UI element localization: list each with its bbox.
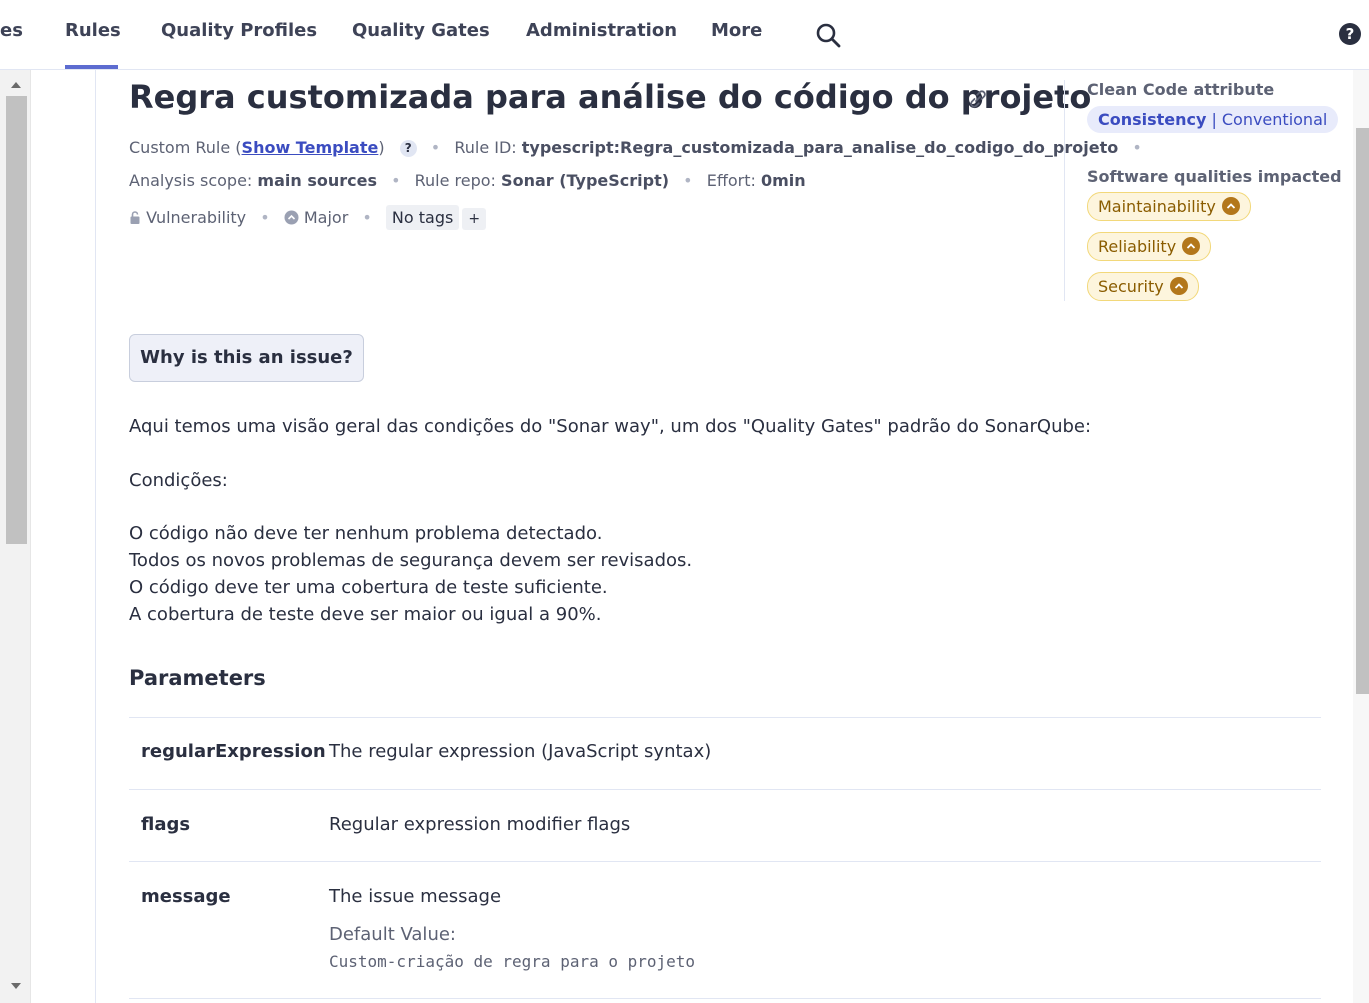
description-line: O código deve ter uma cobertura de teste…: [129, 577, 608, 598]
sidebar-scrollbar[interactable]: [0, 70, 31, 1003]
parameter-default-label: Default Value:: [329, 924, 456, 945]
parameter-name: message: [141, 886, 231, 907]
description-conditions-label: Condições:: [129, 470, 228, 491]
quality-pill-reliability[interactable]: Reliability: [1087, 232, 1212, 261]
quality-label: Maintainability: [1098, 197, 1216, 216]
tags-selector[interactable]: No tags: [385, 205, 460, 230]
show-template-link[interactable]: Show Template: [242, 138, 379, 157]
quality-label: Security: [1098, 277, 1164, 296]
nav-item-issues[interactable]: es: [0, 20, 23, 41]
parameter-row: regularExpression The regular expression…: [129, 717, 1321, 789]
severity-major-icon: [284, 210, 299, 225]
qualities-heading: Software qualities impacted: [1087, 167, 1342, 186]
parameter-name: regularExpression: [141, 741, 326, 762]
custom-rule-suffix: ): [378, 138, 385, 157]
lock-icon: [130, 211, 140, 224]
rule-id-label: Rule ID:: [454, 138, 517, 157]
nav-item-rules[interactable]: Rules: [65, 20, 121, 41]
rule-severity: Major: [303, 208, 349, 227]
rule-title: Regra customizada para análise do código…: [129, 78, 1092, 116]
severity-major-icon: [1221, 197, 1240, 215]
content-divider: [95, 70, 96, 1003]
clean-code-attribute-pill[interactable]: Consistency | Conventional: [1087, 106, 1339, 133]
description-line: Todos os novos problemas de segurança de…: [129, 550, 693, 571]
severity-major-icon: [1169, 277, 1188, 295]
nav-item-quality-gates[interactable]: Quality Gates: [352, 20, 490, 41]
repo-value: Sonar (TypeScript): [501, 171, 670, 190]
parameter-description: The issue message: [329, 886, 502, 907]
parameters-heading: Parameters: [129, 666, 266, 690]
scope-value: main sources: [257, 171, 377, 190]
custom-rule-prefix: Custom Rule (: [129, 138, 242, 157]
effort-value: 0min: [760, 171, 806, 190]
clean-code-category: Consistency: [1098, 110, 1207, 129]
rule-meta-row-3: Vulnerability • Major • No tags +: [129, 205, 487, 230]
description-intro: Aqui temos uma visão geral das condições…: [129, 416, 1092, 437]
page-scrollbar[interactable]: [1353, 70, 1369, 1003]
clean-code-heading: Clean Code attribute: [1087, 80, 1275, 99]
quality-pill-maintainability[interactable]: Maintainability: [1087, 192, 1251, 221]
parameter-description: The regular expression (JavaScript synta…: [329, 741, 712, 762]
nav-item-quality-profiles[interactable]: Quality Profiles: [161, 20, 317, 41]
nav-item-administration[interactable]: Administration: [526, 20, 677, 41]
description-line: O código não deve ter nenhum problema de…: [129, 523, 603, 544]
quality-pill-security[interactable]: Security: [1087, 272, 1199, 301]
scroll-up-icon[interactable]: [11, 82, 21, 88]
scroll-down-icon[interactable]: [11, 983, 21, 989]
repo-label: Rule repo:: [414, 171, 496, 190]
scope-label: Analysis scope:: [129, 171, 253, 190]
link-icon[interactable]: [967, 88, 989, 110]
help-icon[interactable]: ?: [1338, 22, 1362, 46]
clean-code-attribute: Conventional: [1221, 110, 1328, 129]
severity-major-icon: [1182, 237, 1201, 255]
description-line: A cobertura de teste deve ser maior ou i…: [129, 604, 602, 625]
rule-meta-row-1: Custom Rule (Show Template) ? • Rule ID:…: [129, 138, 1142, 157]
quality-label: Reliability: [1098, 237, 1177, 256]
parameter-default-value: Custom-criação de regra para o projeto: [329, 952, 696, 971]
parameter-row: flags Regular expression modifier flags: [129, 789, 1321, 861]
why-is-this-an-issue-tab[interactable]: Why is this an issue?: [129, 334, 364, 382]
parameter-name: flags: [141, 814, 191, 835]
scrollbar-thumb[interactable]: [6, 96, 27, 544]
active-tab-indicator: [65, 65, 118, 69]
search-icon[interactable]: [815, 22, 841, 48]
add-tag-button[interactable]: +: [462, 208, 487, 230]
page-scrollbar-thumb[interactable]: [1356, 128, 1369, 694]
rule-help-icon[interactable]: ?: [399, 140, 417, 157]
svg-text:?: ?: [1346, 25, 1355, 43]
nav-item-more[interactable]: More: [711, 20, 762, 41]
rule-type: Vulnerability: [146, 208, 247, 227]
parameter-description: Regular expression modifier flags: [329, 814, 631, 835]
effort-label: Effort:: [706, 171, 756, 190]
parameter-row: message The issue message Default Value:…: [129, 861, 1321, 999]
rule-meta-row-2: Analysis scope: main sources • Rule repo…: [129, 171, 806, 190]
top-navigation: es Rules Quality Profiles Quality Gates …: [0, 0, 1369, 70]
rule-id-value: typescript:Regra_customizada_para_analis…: [521, 138, 1119, 157]
side-panel-divider: [1064, 80, 1065, 301]
parameters-table: regularExpression The regular expression…: [129, 717, 1321, 999]
